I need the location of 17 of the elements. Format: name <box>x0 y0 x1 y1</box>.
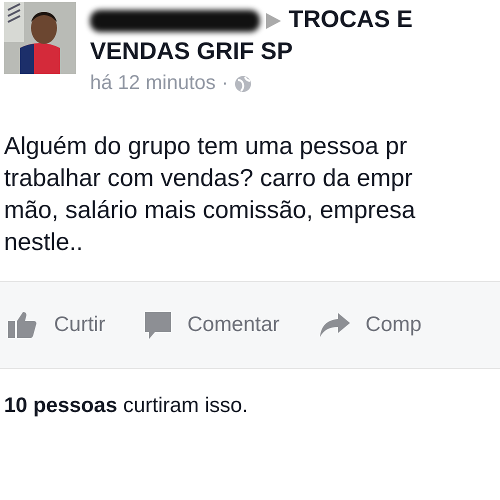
post-time[interactable]: há 12 minutos <box>90 72 216 95</box>
globe-icon <box>234 74 252 92</box>
group-name[interactable]: TROCAS E <box>288 6 413 33</box>
comment-button[interactable]: Comentar <box>145 312 280 338</box>
post-text-line: trabalhar com vendas? carro da empr <box>4 164 413 194</box>
group-name[interactable]: VENDAS GRIF SP <box>90 38 293 65</box>
post-text-line: mão, salário mais comissão, empresa <box>4 196 416 226</box>
separator: · <box>222 72 228 95</box>
share-button[interactable]: Comp <box>320 313 422 337</box>
share-arrow-icon <box>320 313 350 337</box>
post-text-line: Alguém do grupo tem uma pessoa pr <box>4 132 408 162</box>
thumbs-up-icon <box>8 312 38 338</box>
like-button[interactable]: Curtir <box>8 312 106 338</box>
likes-summary[interactable]: 10 pessoas curtiram isso. <box>0 369 500 418</box>
triangle-icon <box>264 12 282 30</box>
post-text-line: nestle.. <box>4 228 83 258</box>
speech-bubble-icon <box>145 312 172 338</box>
